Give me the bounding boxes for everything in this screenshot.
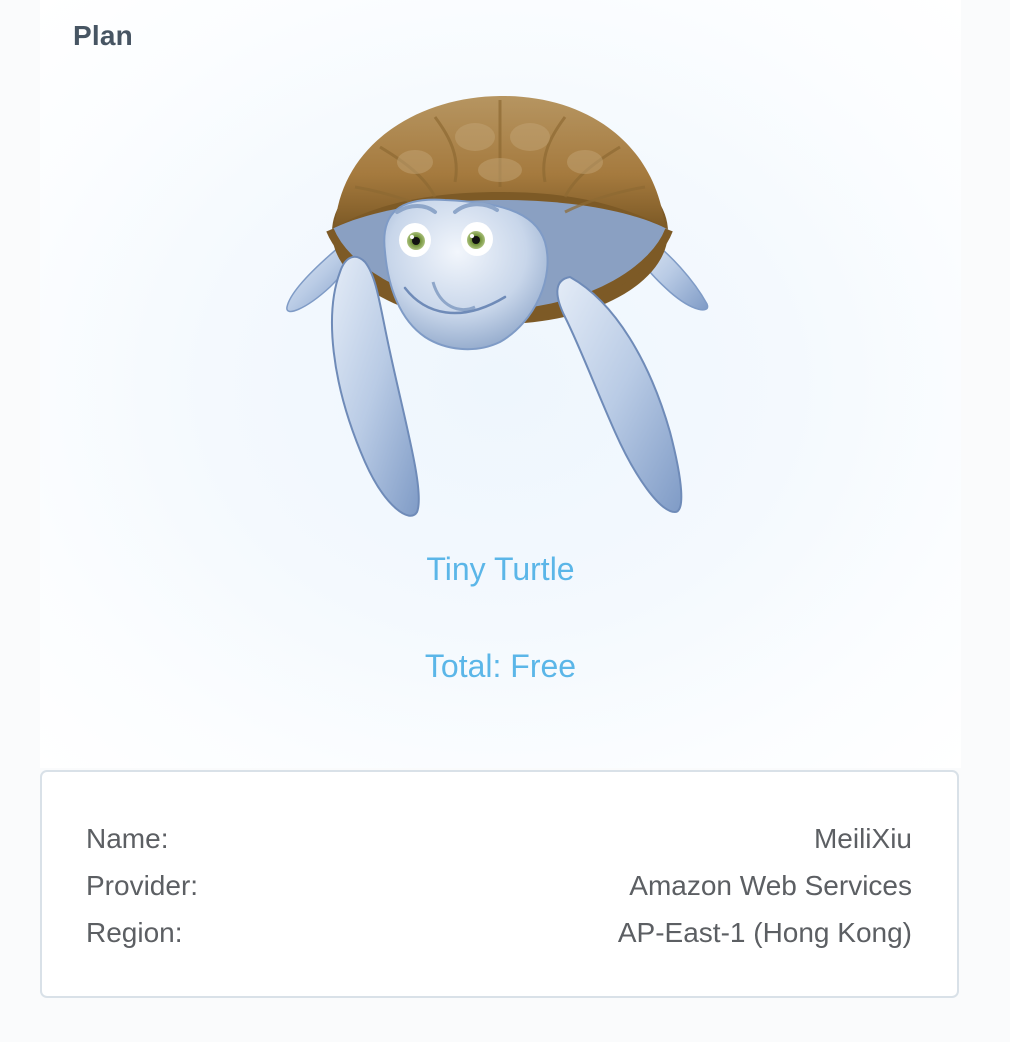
plan-heading: Plan — [73, 20, 133, 51]
detail-row-name: Name: MeiliXiu — [86, 823, 912, 863]
detail-label: Name: — [86, 823, 169, 854]
detail-label: Provider: — [86, 870, 199, 901]
detail-value: AP-East-1 (Hong Kong) — [617, 917, 912, 948]
turtle-icon — [286, 95, 709, 517]
detail-label: Region: — [86, 917, 183, 948]
plan-name: Tiny Turtle — [426, 551, 575, 587]
page: Plan Tiny Turtle Total: Free Name: Meili… — [0, 0, 1010, 1042]
detail-row-provider: Provider: Amazon Web Services — [86, 870, 912, 910]
detail-value: Amazon Web Services — [629, 870, 912, 901]
plan-details-card: Name: MeiliXiu Provider: Amazon Web Serv… — [40, 770, 959, 998]
detail-value: MeiliXiu — [813, 823, 912, 854]
plan-total: Total: Free — [424, 648, 577, 684]
plan-panel: Plan Tiny Turtle Total: Free — [40, 0, 961, 768]
detail-row-region: Region: AP-East-1 (Hong Kong) — [86, 917, 912, 957]
